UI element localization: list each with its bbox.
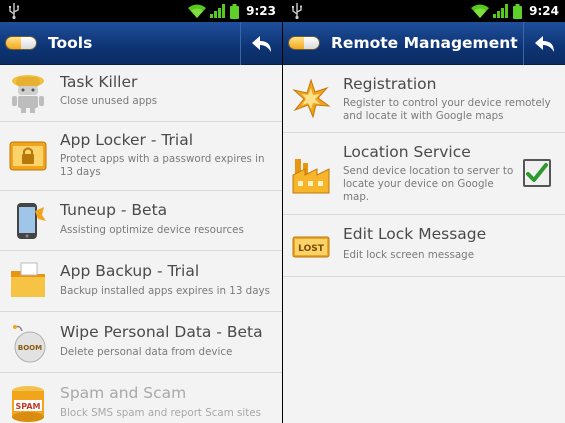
- tools-list: Task Killer Close unused apps App Locker…: [0, 65, 282, 423]
- clock: 9:23: [246, 4, 276, 18]
- android-robot-icon: [12, 75, 44, 113]
- item-title: Tuneup - Beta: [60, 201, 168, 219]
- backup-folder-icon: [11, 262, 45, 297]
- usb-icon: [292, 3, 303, 19]
- item-subtitle: Protect apps with a password expires in …: [60, 153, 265, 178]
- item-title: Spam and Scam: [60, 384, 187, 402]
- svg-text:BOOM: BOOM: [18, 344, 42, 352]
- back-arrow-icon: [534, 35, 554, 52]
- title-bar: Remote Management: [283, 22, 565, 65]
- boom-bomb-icon: BOOM: [13, 325, 46, 363]
- list-item-edit-lock-message[interactable]: LOST Edit Lock Message Edit lock screen …: [283, 215, 565, 277]
- back-arrow-icon: [251, 35, 271, 52]
- spam-can-icon: SPAM: [12, 386, 44, 422]
- wifi-icon: [471, 4, 490, 18]
- remote-management-screen: 9:24 Remote Management Registration Regi…: [283, 0, 565, 423]
- item-title: App Backup - Trial: [60, 262, 200, 280]
- item-title: Edit Lock Message: [343, 225, 487, 243]
- battery-icon: [513, 3, 523, 19]
- signal-icon: [210, 4, 226, 18]
- list-item-app-backup[interactable]: App Backup - Trial Backup installed apps…: [0, 251, 282, 312]
- status-bar: 9:24: [283, 0, 565, 22]
- list-item-registration[interactable]: Registration Register to control your de…: [283, 65, 565, 133]
- item-title: Task Killer: [60, 73, 138, 91]
- back-button[interactable]: [523, 22, 565, 65]
- item-title: Wipe Personal Data - Beta: [60, 323, 263, 341]
- checkmark-icon: [526, 163, 548, 182]
- item-subtitle: Delete personal data from device: [60, 346, 233, 358]
- tools-screen: 9:23 Tools Task Killer Close unused apps: [0, 0, 282, 423]
- item-subtitle: Assisting optimize device resources: [60, 224, 244, 236]
- lost-sign-icon: LOST: [292, 236, 330, 258]
- back-button[interactable]: [240, 22, 282, 65]
- app-logo-icon[interactable]: [288, 36, 320, 50]
- page-title: Remote Management: [331, 34, 518, 52]
- svg-text:SPAM: SPAM: [15, 402, 40, 411]
- item-subtitle: Close unused apps: [60, 95, 158, 107]
- item-subtitle: Register to control your device remotely…: [343, 97, 551, 122]
- list-item-wipe-data[interactable]: BOOM Wipe Personal Data - Beta Delete pe…: [0, 312, 282, 373]
- item-title: Registration: [343, 75, 437, 93]
- battery-icon: [230, 3, 240, 19]
- item-title: Location Service: [343, 143, 471, 161]
- list-item-location-service[interactable]: Location Service Send device location to…: [283, 133, 565, 215]
- title-bar: Tools: [0, 22, 282, 65]
- clock: 9:24: [529, 4, 559, 18]
- item-subtitle: Edit lock screen message: [343, 249, 475, 261]
- item-title: App Locker - Trial: [60, 131, 194, 149]
- app-logo-icon[interactable]: [5, 36, 37, 50]
- factory-icon: [292, 159, 330, 194]
- item-subtitle: Send device location to server to locate…: [343, 165, 514, 203]
- wifi-icon: [188, 4, 207, 18]
- signal-icon: [493, 4, 509, 18]
- remote-management-list: Registration Register to control your de…: [283, 65, 565, 423]
- item-subtitle: Block SMS spam and report Scam sites: [60, 407, 262, 419]
- item-subtitle: Backup installed apps expires in 13 days: [60, 285, 270, 297]
- list-item-tuneup[interactable]: Tuneup - Beta Assisting optimize device …: [0, 191, 282, 251]
- phone-tuneup-icon: [17, 203, 46, 239]
- list-item-app-locker[interactable]: App Locker - Trial Protect apps with a p…: [0, 122, 282, 191]
- lock-window-icon: [9, 141, 47, 171]
- spark-icon: [292, 78, 331, 118]
- status-bar: 9:23: [0, 0, 282, 22]
- page-title: Tools: [48, 34, 93, 52]
- svg-text:LOST: LOST: [298, 244, 325, 254]
- usb-icon: [9, 3, 20, 19]
- list-item-spam-scam[interactable]: SPAM Spam and Scam Block SMS spam and re…: [0, 373, 282, 423]
- location-service-checkbox[interactable]: [523, 159, 551, 187]
- list-item-task-killer[interactable]: Task Killer Close unused apps: [0, 65, 282, 122]
